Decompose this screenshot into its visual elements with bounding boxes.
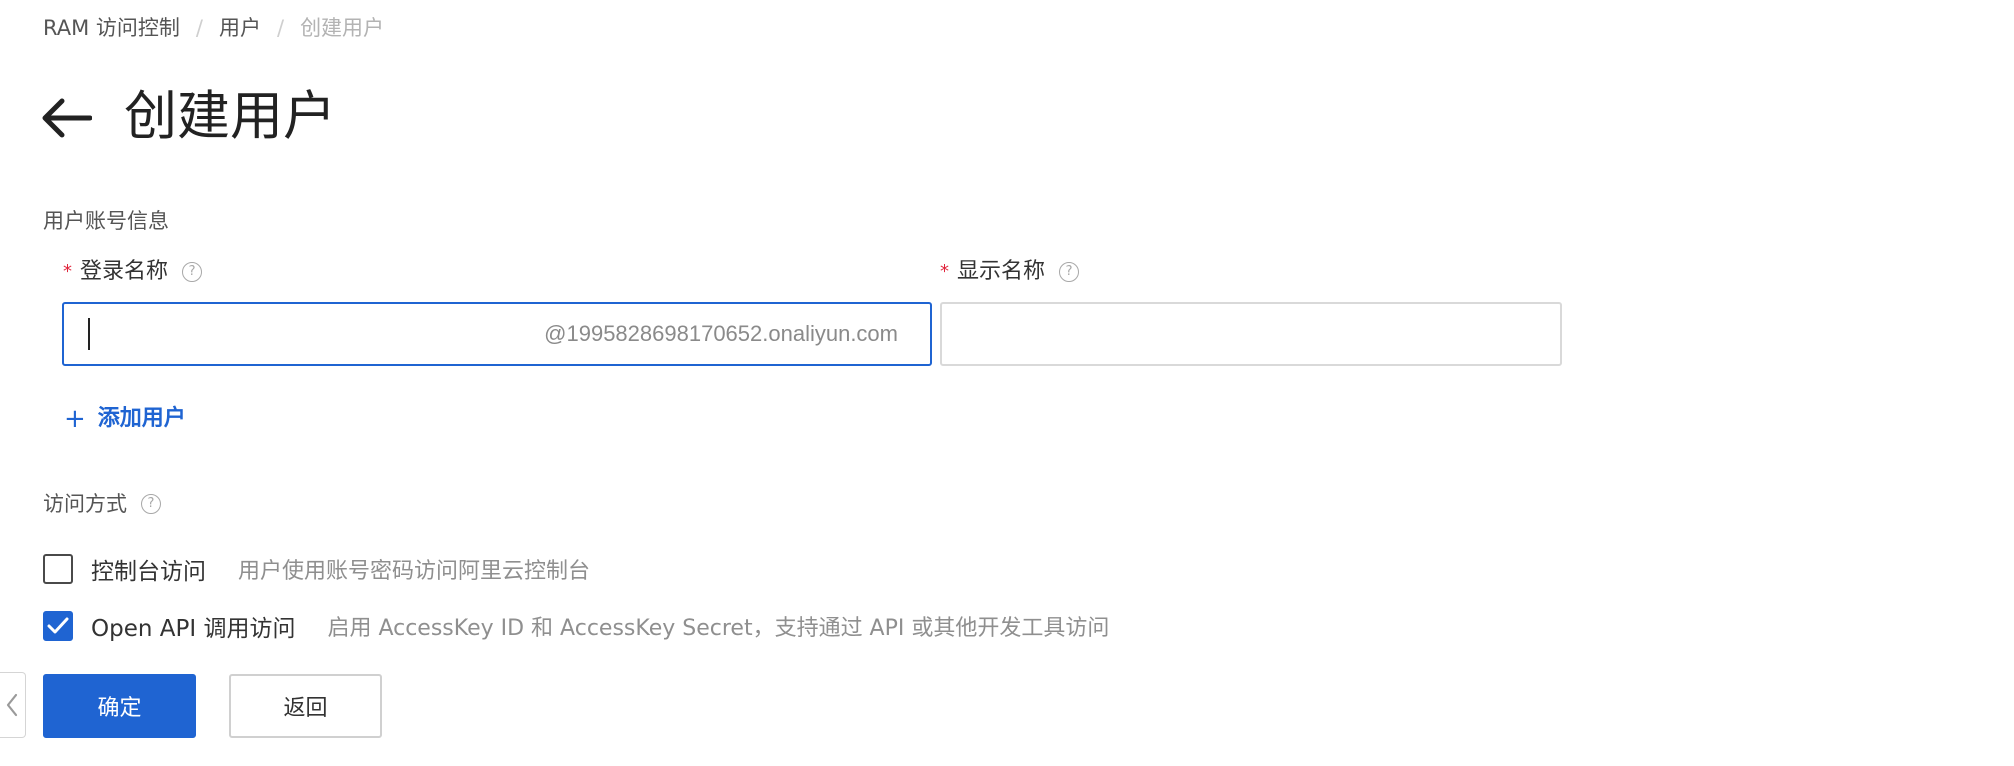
display-name-label: * 显示名称 ? bbox=[940, 257, 1080, 287]
breadcrumb-separator: / bbox=[276, 16, 285, 40]
sidebar-toggle[interactable] bbox=[0, 672, 26, 738]
display-name-label-text: 显示名称 bbox=[957, 259, 1046, 284]
question-circle-icon[interactable]: ? bbox=[141, 494, 161, 514]
login-name-field[interactable]: @1995828698170652.onaliyun.com bbox=[62, 302, 932, 366]
access-section-title-text: 访问方式 bbox=[43, 492, 127, 516]
display-name-field[interactable] bbox=[940, 302, 1562, 366]
required-mark: * bbox=[63, 261, 72, 282]
login-name-label: * 登录名称 ? bbox=[63, 257, 203, 287]
add-user-label: 添加用户 bbox=[97, 406, 186, 431]
add-user-button[interactable]: + 添加用户 bbox=[64, 404, 186, 434]
required-mark: * bbox=[940, 261, 949, 282]
question-circle-icon[interactable]: ? bbox=[1059, 262, 1080, 282]
display-name-input[interactable] bbox=[942, 304, 1560, 364]
confirm-button[interactable]: 确定 bbox=[43, 674, 196, 738]
api-access-label[interactable]: Open API 调用访问 bbox=[91, 609, 295, 643]
breadcrumb: RAM 访问控制 / 用户 / 创建用户 bbox=[43, 13, 384, 43]
arrow-left-icon[interactable] bbox=[40, 96, 93, 140]
back-button[interactable]: 返回 bbox=[229, 674, 382, 738]
console-access-label[interactable]: 控制台访问 bbox=[91, 552, 206, 586]
checkmark-icon bbox=[47, 617, 69, 634]
login-domain-suffix: @1995828698170652.onaliyun.com bbox=[544, 321, 898, 346]
breadcrumb-separator: / bbox=[195, 16, 203, 40]
plus-icon: + bbox=[64, 404, 86, 434]
console-access-option[interactable]: 控制台访问 用户使用账号密码访问阿里云控制台 bbox=[43, 552, 590, 586]
api-access-option[interactable]: Open API 调用访问 启用 AccessKey ID 和 AccessKe… bbox=[43, 609, 1109, 643]
api-access-checkbox[interactable] bbox=[43, 611, 73, 641]
api-access-description: 启用 AccessKey ID 和 AccessKey Secret，支持通过 … bbox=[327, 616, 1110, 641]
chevron-left-icon bbox=[6, 693, 17, 717]
login-name-input[interactable] bbox=[90, 304, 545, 364]
console-access-checkbox[interactable] bbox=[43, 554, 73, 584]
breadcrumb-item-create-user: 创建用户 bbox=[300, 16, 385, 40]
breadcrumb-item-users[interactable]: 用户 bbox=[219, 13, 261, 43]
breadcrumb-item-ram[interactable]: RAM 访问控制 bbox=[43, 13, 180, 43]
login-name-label-text: 登录名称 bbox=[80, 259, 169, 284]
question-circle-icon[interactable]: ? bbox=[182, 262, 203, 282]
account-section-title: 用户账号信息 bbox=[43, 209, 169, 233]
access-section-title: 访问方式 ? bbox=[43, 489, 161, 519]
page-title: 创建用户 bbox=[124, 86, 336, 147]
console-access-description: 用户使用账号密码访问阿里云控制台 bbox=[238, 559, 591, 584]
